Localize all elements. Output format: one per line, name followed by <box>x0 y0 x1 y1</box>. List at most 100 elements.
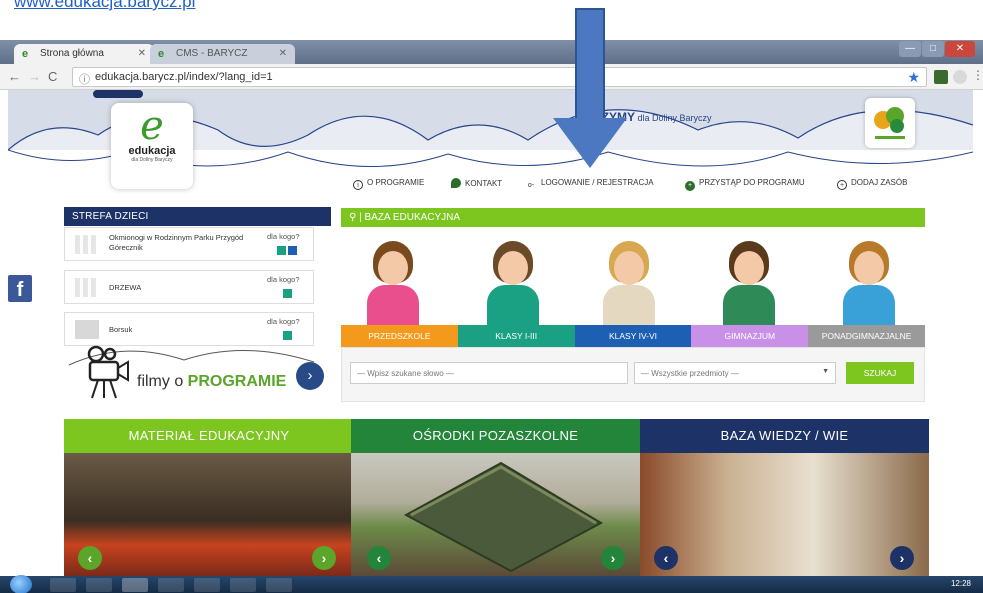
audience-badge <box>283 289 292 298</box>
chevron-right-icon[interactable]: › <box>890 546 914 570</box>
browser-toolbar: ← → C ⓘ edukacja.barycz.pl/index/?lang_i… <box>0 64 983 90</box>
category-gimnazjum[interactable]: GIMNAZJUM <box>691 325 809 347</box>
maximize-button[interactable]: □ <box>922 41 944 57</box>
back-arrow-icon[interactable]: ← <box>8 69 21 84</box>
close-tab-icon[interactable]: ✕ <box>138 48 146 59</box>
tab-strona-glowna[interactable]: e Strona główna ✕ <box>14 44 154 64</box>
forward-arrow-icon[interactable]: → <box>28 69 41 84</box>
kids-item-title[interactable]: DRZEWA <box>109 283 269 293</box>
menu-label: LOGOWANIE / REJESTRACJA <box>541 178 654 187</box>
site-logo[interactable]: e edukacja dla Doliny Baryczy <box>111 103 193 189</box>
tab-favicon: e <box>22 48 29 60</box>
audience-badge <box>283 331 292 340</box>
screenshot: www.edukacja.barycz.pl e Strona główna ✕… <box>0 0 983 593</box>
annotation-arrow-shaft <box>575 8 605 120</box>
chevron-left-icon[interactable]: ‹ <box>78 546 102 570</box>
section-baza-wiedzy[interactable]: BAZA WIEDZY / WIE <box>640 419 929 453</box>
close-tab-icon[interactable]: ✕ <box>279 48 287 59</box>
menu-label: O PROGRAMIE <box>367 178 425 187</box>
partner-logo[interactable] <box>865 98 915 148</box>
tab-label: CMS - BARYCZ <box>176 48 248 59</box>
kid-photo-preschool[interactable] <box>367 241 419 325</box>
taskbar-excel-icon[interactable] <box>230 578 256 592</box>
chevron-down-icon: ▼ <box>822 368 829 375</box>
minimize-button[interactable]: — <box>899 41 921 57</box>
taskbar-chrome-icon[interactable] <box>122 578 148 592</box>
taskbar-app-icon[interactable] <box>50 578 76 592</box>
info-icon[interactable]: ⓘ <box>79 71 90 87</box>
search-input[interactable]: — Wpisz szukane słowo — <box>350 362 628 384</box>
extension-icon[interactable] <box>934 70 948 84</box>
partner-logo-image <box>874 107 905 139</box>
kids-item[interactable]: Okmionogi w Rodzinnym Parku Przygód Góre… <box>64 227 314 261</box>
info-circle-icon: i <box>353 180 363 190</box>
kid-photo-1-3[interactable] <box>487 241 539 325</box>
kid-photo-gimnazjum[interactable] <box>723 241 775 325</box>
tab-cms-barycz[interactable]: e CMS - BARYCZ ✕ <box>150 44 295 64</box>
subject-select[interactable]: — Wszystkie przedmioty — ▼ <box>634 362 836 384</box>
start-button-icon[interactable] <box>10 575 32 593</box>
top-link[interactable]: www.edukacja.barycz.pl <box>14 0 195 12</box>
baza-header: ⚲ | BAZA EDUKACYJNA <box>341 208 925 227</box>
annotation-arrow-head <box>553 118 627 168</box>
bookmark-star-icon[interactable]: ★ <box>907 69 920 86</box>
chevron-right-icon[interactable]: › <box>296 362 324 390</box>
kids-item[interactable]: DRZEWA dla kogo? <box>64 270 314 304</box>
audience-badge <box>277 246 286 255</box>
category-klasy-1-3[interactable]: KLASY I-III <box>457 325 575 347</box>
menu-o-programie[interactable]: i O PROGRAMIE <box>353 178 424 190</box>
films-caption-pre: filmy o <box>137 373 188 390</box>
films-caption: filmy o PROGRAMIE <box>137 373 286 391</box>
logo-e-glyph: e <box>140 103 164 149</box>
menu-przystap[interactable]: + PRZYSTĄP DO PROGRAMU <box>685 178 805 191</box>
facebook-icon[interactable]: f <box>8 275 32 302</box>
kid-photo-ponadgimnazjalne[interactable] <box>843 241 895 325</box>
chevron-right-icon[interactable]: › <box>601 546 625 570</box>
windows-taskbar: 12:28 <box>0 575 983 593</box>
reload-icon[interactable]: C <box>48 69 57 84</box>
address-bar[interactable]: ⓘ edukacja.barycz.pl/index/?lang_id=1 ★ <box>72 67 927 87</box>
photo-material: ‹ › <box>64 453 351 576</box>
section-osrodki[interactable]: OŚRODKI POZASZKOLNE <box>351 419 640 453</box>
logo-word: edukacja <box>128 145 176 157</box>
films-banner[interactable]: filmy o PROGRAMIE › <box>64 340 331 405</box>
kid-photo-4-6[interactable] <box>603 241 655 325</box>
key-icon: o- <box>527 182 535 189</box>
search-panel: — Wpisz szukane słowo — — Wszystkie prze… <box>341 347 925 402</box>
kids-item-title[interactable]: Okmionogi w Rodzinnym Parku Przygód Góre… <box>109 233 269 253</box>
category-przedszkole[interactable]: PRZEDSZKOLE <box>341 325 458 347</box>
taskbar-word-icon[interactable] <box>266 578 292 592</box>
section-material[interactable]: MATERIAŁ EDUKACYJNY <box>64 419 354 453</box>
taskbar-app-icon[interactable] <box>158 578 184 592</box>
tab-label: Strona główna <box>40 48 104 59</box>
chevron-right-icon[interactable]: › <box>312 546 336 570</box>
target-audience-label: dla kogo? <box>267 232 300 241</box>
browser-tabstrip: e Strona główna ✕ e CMS - BARYCZ ✕ <box>0 40 983 64</box>
chevron-left-icon[interactable]: ‹ <box>367 546 391 570</box>
menu-logowanie[interactable]: o- LOGOWANIE / REJESTRACJA <box>525 178 654 191</box>
pin-icon <box>451 178 461 188</box>
menu-dodaj-zasob[interactable]: + DODAJ ZASÓB <box>837 178 907 190</box>
search-button[interactable]: SZUKAJ <box>846 362 914 384</box>
films-caption-bold: PROGRAMIE <box>187 373 287 390</box>
taskbar-app-icon[interactable] <box>194 578 220 592</box>
chevron-left-icon[interactable]: ‹ <box>654 546 678 570</box>
category-klasy-4-6[interactable]: KLASY IV-VI <box>574 325 692 347</box>
url-text: edukacja.barycz.pl/index/?lang_id=1 <box>95 71 273 83</box>
menu-dots-icon[interactable]: ⋮ <box>972 68 983 82</box>
add-circle-icon: + <box>837 180 847 190</box>
category-tabs: PRZEDSZKOLE KLASY I-III KLASY IV-VI GIMN… <box>341 325 925 347</box>
category-ponadgimnazjalne[interactable]: PONADGIMNAZJALNE <box>808 325 925 347</box>
menu-kontakt[interactable]: KONTAKT <box>451 178 502 188</box>
menu-label: PRZYSTĄP DO PROGRAMU <box>699 178 805 187</box>
tab-favicon: e <box>158 48 165 60</box>
headline-rest: dla Doliny Baryczy <box>635 113 712 123</box>
puzzle-icon <box>75 320 99 339</box>
taskbar-app-icon[interactable] <box>86 578 112 592</box>
close-window-button[interactable]: ✕ <box>945 41 975 57</box>
photo-baza-wiedzy: ‹ › <box>640 453 929 576</box>
audience-badge <box>288 246 297 255</box>
kids-item-title[interactable]: Borsuk <box>109 325 269 335</box>
extension-icon[interactable] <box>953 70 967 84</box>
taskbar-clock[interactable]: 12:28 <box>951 579 971 588</box>
